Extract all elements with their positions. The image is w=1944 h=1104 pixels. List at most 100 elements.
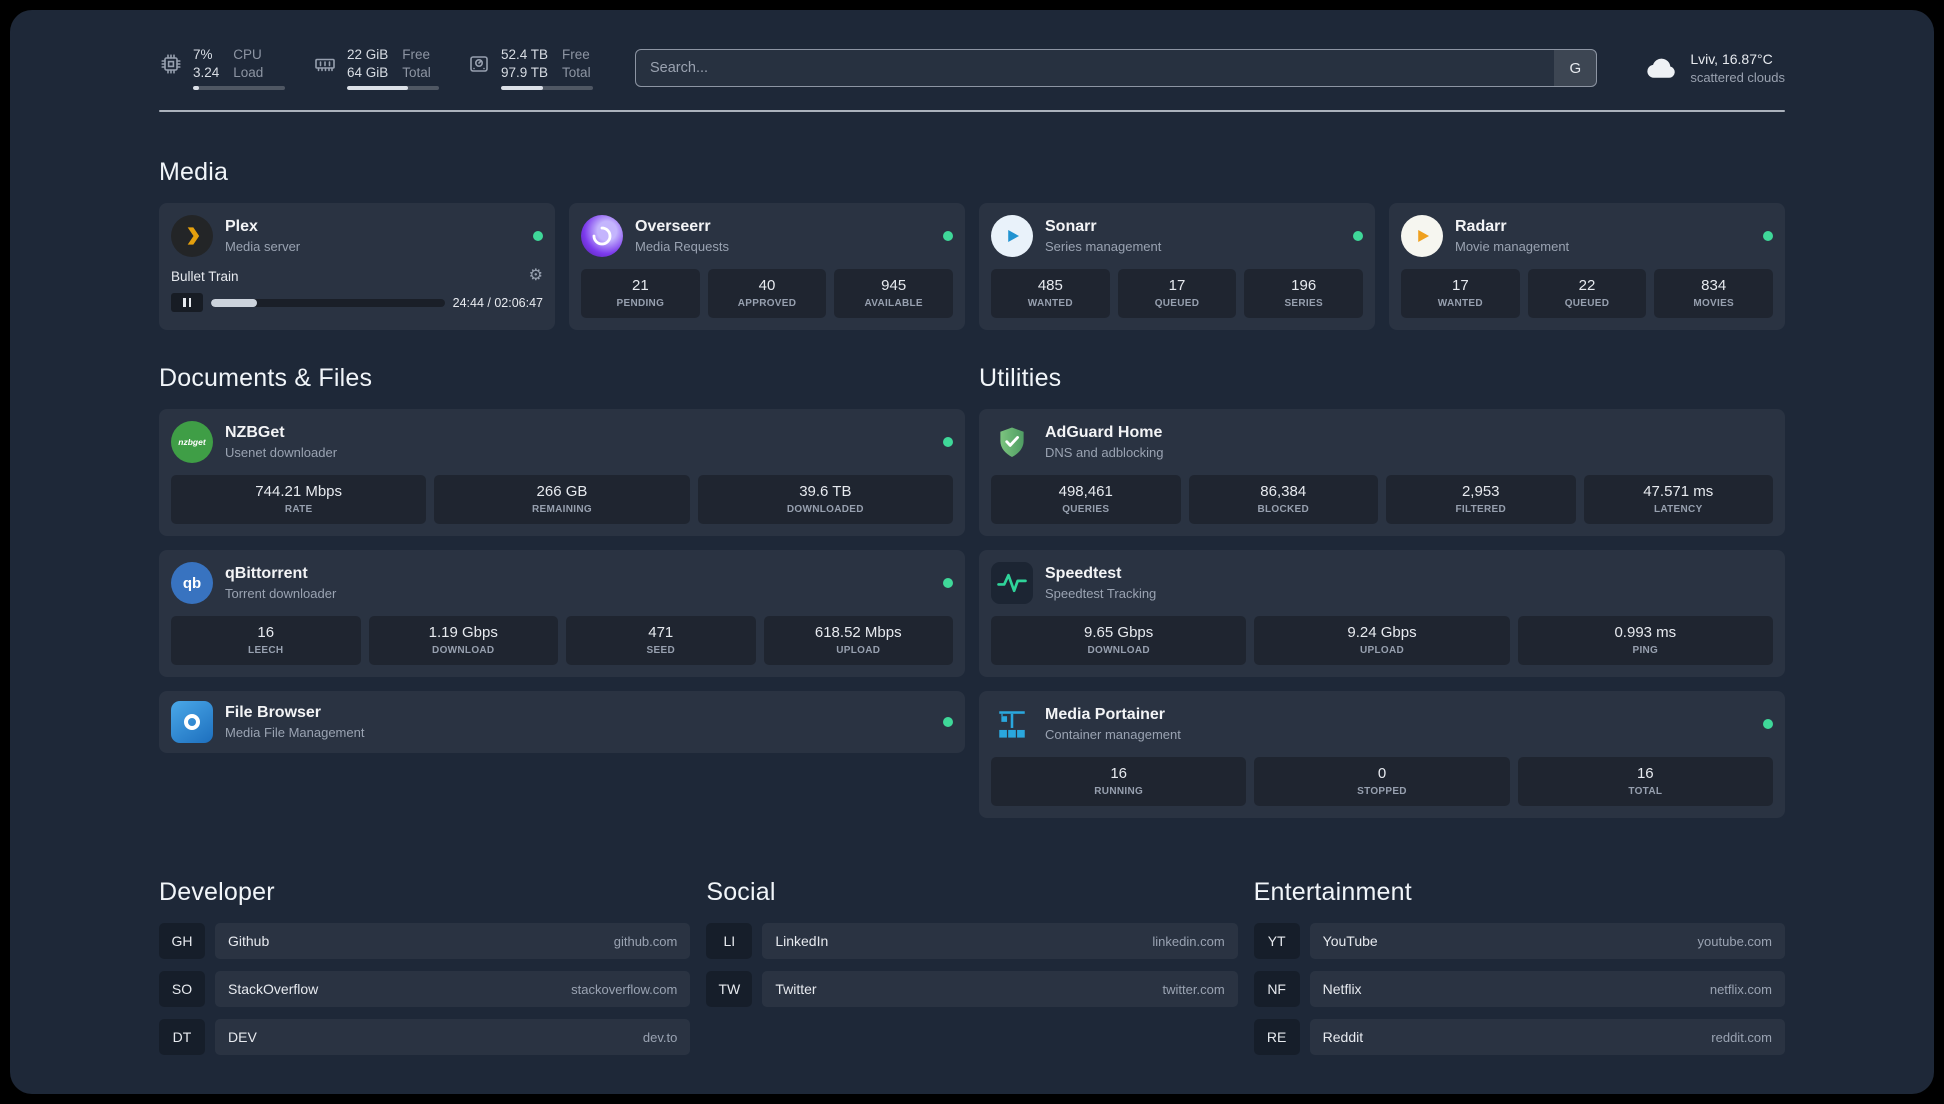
bookmark-netflix[interactable]: NF Netflix netflix.com — [1253, 971, 1785, 1008]
stat-tiles: 498,461 QUERIES 86,384 BLOCKED 2,953 FILTER… — [991, 475, 1773, 525]
weather-location-temp: Lviv, 16.87°C — [1690, 50, 1773, 67]
stat-tile: 2,953 FILTERED — [1386, 475, 1576, 525]
service-link-radarr[interactable]: Radarr Movie management — [1401, 215, 1773, 258]
service-link-nzbget[interactable]: nzbget NZBGet Usenet downloader — [171, 421, 953, 464]
stat-value: 2,953 — [1461, 483, 1500, 501]
search-provider-button[interactable]: G — [1554, 50, 1597, 87]
disk-free-value: 52.4 TB — [501, 47, 549, 62]
pause-button[interactable] — [171, 293, 203, 313]
bookmark-abbr: DT — [159, 1019, 205, 1056]
stat-tile: 1.19 Gbps DOWNLOAD — [368, 616, 558, 666]
stat-value: 39.6 TB — [799, 483, 852, 501]
stat-value: 17 — [1451, 277, 1469, 295]
cpu-label: CPU — [233, 47, 262, 62]
bookmark-reddit[interactable]: RE Reddit reddit.com — [1253, 1019, 1785, 1056]
stat-value: 744.21 Mbps — [255, 483, 343, 501]
bookmark-github[interactable]: GH Github github.com — [159, 923, 691, 960]
stat-label: RUNNING — [1094, 786, 1144, 798]
stat-value: 16 — [1110, 765, 1127, 783]
stat-tile: 485 WANTED — [991, 269, 1110, 319]
service-subtitle: Media server — [225, 239, 301, 255]
stat-tile: 498,461 QUERIES — [991, 475, 1181, 525]
bookmark-abbr: YT — [1253, 923, 1300, 960]
section-title-developer: Developer — [159, 878, 275, 907]
service-subtitle: Torrent downloader — [225, 586, 337, 602]
status-dot — [943, 437, 953, 448]
stat-tile: 9.65 Gbps DOWNLOAD — [991, 616, 1247, 666]
status-dot — [1763, 231, 1773, 242]
stat-tile: 17 QUEUED — [1117, 269, 1237, 319]
stat-tile: 22 QUEUED — [1527, 269, 1647, 319]
stat-tile: 945 AVAILABLE — [834, 269, 954, 319]
stat-value: 498,461 — [1058, 483, 1113, 501]
search-box: G — [635, 49, 1598, 88]
stat-tile: 618.52 Mbps UPLOAD — [763, 616, 953, 666]
service-name: Speedtest — [1045, 565, 1122, 583]
stat-value: 16 — [1636, 765, 1654, 783]
bookmark-name: DEV — [228, 1029, 257, 1046]
cpu-usage-bar-fill — [193, 86, 200, 91]
gear-icon[interactable]: ⚙ — [529, 268, 543, 284]
stat-label: AVAILABLE — [864, 298, 923, 310]
cpu-load-label: Load — [233, 64, 264, 80]
service-link-speedtest[interactable]: Speedtest Speedtest Tracking — [991, 562, 1773, 605]
cpu-load-value: 3.24 — [193, 64, 220, 80]
bookmark-domain: youtube.com — [1697, 933, 1772, 949]
bookmark-twitter[interactable]: TW Twitter twitter.com — [706, 971, 1238, 1008]
top-bar: 7% 3.24 CPU Load 22 GiB 64 GiB Free Tota… — [159, 46, 1785, 91]
stat-tiles: 744.21 Mbps RATE 266 GB REMAINING 39.6 TB D… — [171, 475, 953, 525]
bookmark-name: Twitter — [775, 981, 817, 998]
service-subtitle: Media File Management — [225, 725, 365, 741]
stat-value: 834 — [1701, 277, 1727, 295]
service-card-overseerr: Overseerr Media Requests 21 PENDING 40 APP… — [569, 203, 965, 331]
section-title-entertainment: Entertainment — [1253, 878, 1412, 907]
stat-tile: 40 APPROVED — [707, 269, 827, 319]
stat-tile: 16 RUNNING — [991, 757, 1247, 807]
service-card-qbittorrent: qb qBittorrent Torrent downloader 16 LEEC… — [159, 550, 965, 678]
service-card-sonarr: Sonarr Series management 485 WANTED 17 QUE… — [979, 203, 1375, 331]
stat-tiles: 16 RUNNING 0 STOPPED 16 TOTAL — [991, 757, 1773, 807]
service-link-filebrowser[interactable]: File Browser Media File Management — [171, 701, 953, 744]
service-subtitle: Series management — [1045, 239, 1162, 255]
memory-free-label: Free — [402, 47, 431, 62]
service-link-qbittorrent[interactable]: qb qBittorrent Torrent downloader — [171, 562, 953, 605]
playback-progress-fill — [211, 298, 257, 307]
bookmark-name: Reddit — [1322, 1029, 1364, 1046]
stat-label: DOWNLOAD — [1087, 645, 1150, 657]
service-link-adguard[interactable]: AdGuard Home DNS and adblocking — [991, 421, 1773, 463]
stat-tile: 471 SEED — [566, 616, 756, 666]
stat-tiles: 21 PENDING 40 APPROVED 945 AVAILABLE — [581, 269, 954, 319]
stat-tile: 86,384 BLOCKED — [1188, 475, 1378, 525]
stat-tile: 39.6 TB DOWNLOADED — [697, 475, 953, 525]
bookmark-abbr: RE — [1253, 1019, 1300, 1056]
service-subtitle: Speedtest Tracking — [1045, 586, 1157, 602]
disk-icon — [467, 52, 491, 76]
disk-resource-widget: 52.4 TB 97.9 TB Free Total — [467, 46, 593, 91]
bookmark-stackoverflow[interactable]: SO StackOverflow stackoverflow.com — [159, 971, 691, 1008]
cpu-resource-widget: 7% 3.24 CPU Load — [159, 46, 285, 91]
bookmark-linkedin[interactable]: LI LinkedIn linkedin.com — [706, 923, 1238, 960]
stat-label: LATENCY — [1653, 504, 1703, 516]
service-link-sonarr[interactable]: Sonarr Series management — [991, 215, 1363, 258]
speedtest-icon — [991, 562, 1033, 605]
disk-usage-bar-fill — [501, 86, 544, 91]
search-input[interactable] — [635, 49, 1598, 88]
service-link-portainer[interactable]: Media Portainer Container management — [991, 703, 1773, 745]
qbittorrent-icon: qb — [171, 562, 213, 605]
bookmark-youtube[interactable]: YT YouTube youtube.com — [1253, 923, 1785, 960]
bookmark-abbr: SO — [159, 971, 205, 1008]
sonarr-icon — [991, 215, 1033, 258]
stat-label: MOVIES — [1693, 298, 1735, 310]
service-link-overseerr[interactable]: Overseerr Media Requests — [581, 215, 953, 258]
stat-label: APPROVED — [737, 298, 797, 310]
cpu-icon — [159, 52, 183, 76]
stat-value: 0.993 ms — [1614, 624, 1677, 642]
bookmark-dev[interactable]: DT DEV dev.to — [159, 1019, 691, 1056]
status-dot — [533, 231, 543, 242]
stat-tiles: 16 LEECH 1.19 Gbps DOWNLOAD 471 SEED 618.52… — [171, 616, 953, 666]
nzbget-icon: nzbget — [171, 421, 213, 464]
service-link-plex[interactable]: Plex Media server — [171, 215, 543, 258]
service-card-portainer: Media Portainer Container management 16 R… — [979, 691, 1785, 819]
status-dot — [1763, 719, 1773, 730]
disk-free-label: Free — [562, 47, 590, 62]
